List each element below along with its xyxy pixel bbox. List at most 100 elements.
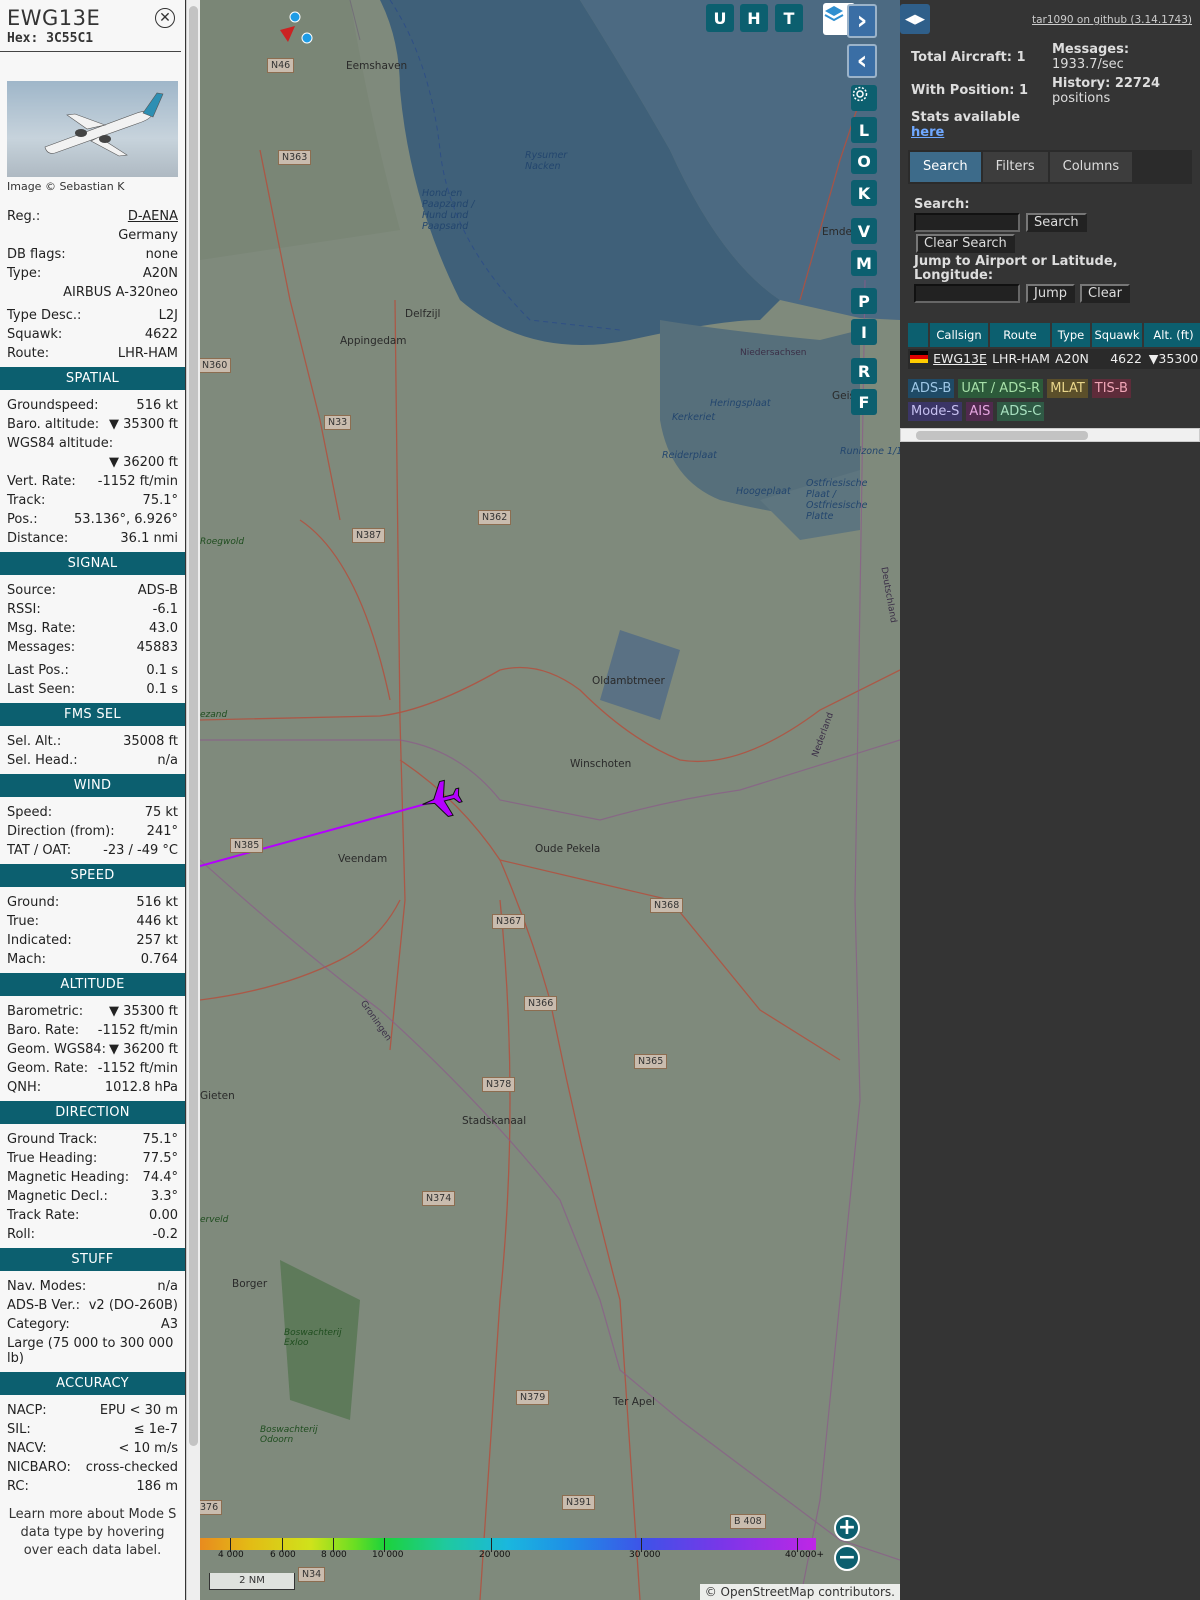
map-toggle-k-button[interactable]: K (851, 180, 877, 206)
source-badge[interactable]: MLAT (1047, 379, 1088, 398)
section-header-fms-sel[interactable]: FMS SEL (0, 703, 185, 726)
jump-input[interactable] (914, 284, 1020, 303)
row-callsign[interactable]: EWG13E (930, 349, 990, 369)
stats-available: Stats available here (911, 110, 1021, 140)
table-row[interactable]: EWG13E LHR-HAM A20N 4622 ▼35300 (908, 349, 1200, 369)
road-number-sign: N34 (298, 1567, 326, 1582)
col-route[interactable]: Route (990, 323, 1052, 347)
detail-row: WGS84 altitude: (7, 434, 178, 453)
stats-here-link[interactable]: here (911, 125, 944, 140)
chevron-right-icon[interactable]: › (847, 4, 877, 38)
detail-label: Ground Track: (7, 1132, 98, 1147)
detail-label: Large (75 000 to 300 000 lb) (7, 1336, 174, 1366)
map-toggle-l-button[interactable]: L (851, 117, 877, 143)
detail-row: Nav. Modes: n/a (7, 1277, 178, 1296)
tab-search[interactable]: Search (910, 152, 981, 182)
detail-value[interactable]: D-AENA (128, 207, 178, 226)
section-rows: Sel. Alt.: 35008 ft Sel. Head.: n/a (0, 732, 185, 770)
detail-row: Ground: 516 kt (7, 893, 178, 912)
map-toggle-r-button[interactable]: R (851, 358, 877, 384)
map-toggle-f-button[interactable]: F (851, 389, 877, 415)
flag-germany-icon (908, 349, 930, 369)
callsign-title: EWG13E (7, 6, 101, 30)
jump-button[interactable]: Jump (1026, 284, 1075, 303)
source-badge[interactable]: Mode-S (908, 402, 963, 421)
source-badge[interactable]: UAT / ADS-R (958, 379, 1044, 398)
detail-value: 516 kt (136, 398, 178, 413)
map-toggle-o-button[interactable]: O (851, 148, 877, 174)
map-toggle-m-button[interactable]: M (851, 250, 877, 276)
detail-value: 241° (146, 824, 178, 839)
map-view[interactable]: Eemshaven Delfzijl Appingedam Winschoten Oud… (200, 0, 900, 1600)
section-header-direction[interactable]: DIRECTION (0, 1101, 185, 1124)
road-number-sign: N379 (516, 1390, 550, 1405)
map-toggle-i-button[interactable]: I (851, 319, 877, 345)
detail-value: A20N (142, 266, 178, 281)
section-header-stuff[interactable]: STUFF (0, 1248, 185, 1271)
sidebar-scrollbar[interactable] (186, 0, 200, 1600)
map-attribution[interactable]: © OpenStreetMap contributors. (699, 1584, 900, 1600)
section-rows: Ground: 516 kt True: 446 kt Indicated: 257 kt… (0, 893, 185, 969)
detail-value: AIRBUS A-320neo (63, 285, 178, 300)
tab-filters[interactable]: Filters (982, 152, 1048, 182)
source-badge[interactable]: ADS-C (997, 402, 1045, 421)
detail-row: Vert. Rate: -1152 ft/min (7, 472, 178, 491)
detail-value: 43.0 (149, 621, 178, 636)
detail-label: Last Seen: (7, 682, 76, 697)
col-squawk[interactable]: Squawk (1092, 323, 1144, 347)
detail-row: Msg. Rate: 43.0 (7, 619, 178, 638)
detail-row: Germany (7, 226, 178, 245)
clear-search-button[interactable]: Clear Search (916, 234, 1015, 253)
detail-label: Baro. Rate: (7, 1023, 80, 1038)
road-number-sign: B 408 (730, 1514, 766, 1529)
map-place-label: Boswachterij Odoorn (260, 1425, 318, 1445)
detail-value: A3 (160, 1317, 178, 1332)
section-header-wind[interactable]: WIND (0, 774, 185, 797)
detail-value: Germany (118, 228, 178, 243)
messages-stat: Messages: 1933.7/sec (1052, 42, 1130, 72)
zoom-in-button[interactable]: + (834, 1515, 860, 1541)
section-header-altitude[interactable]: ALTITUDE (0, 973, 185, 996)
zoom-out-button[interactable]: − (834, 1545, 860, 1571)
road-number-sign: N391 (562, 1495, 596, 1510)
col-type[interactable]: Type (1052, 323, 1092, 347)
search-input[interactable] (914, 213, 1020, 232)
table-horizontal-scrollbar[interactable] (900, 428, 1200, 442)
row-type: A20N (1055, 351, 1089, 366)
source-badge[interactable]: TIS-B (1091, 379, 1131, 398)
tab-columns[interactable]: Columns (1049, 152, 1133, 182)
map-toggle-p-button[interactable]: P (851, 288, 877, 314)
section-header-spatial[interactable]: SPATIAL (0, 367, 185, 390)
toggle-u-button[interactable]: U (706, 4, 734, 32)
col-callsign[interactable]: Callsign (930, 323, 990, 347)
section-header-speed[interactable]: SPEED (0, 864, 185, 887)
detail-value: < 10 m/s (118, 1441, 178, 1456)
settings-gear-icon[interactable] (851, 85, 877, 111)
chevron-left-icon[interactable]: ‹ (847, 44, 877, 78)
toggle-h-button[interactable]: H (740, 4, 768, 32)
source-badge[interactable]: ADS-B (908, 379, 955, 398)
section-header-accuracy[interactable]: ACCURACY (0, 1372, 185, 1395)
learn-more-text: Learn more about Mode S data type by hov… (8, 1507, 177, 1558)
source-badge[interactable]: AIS (966, 402, 994, 421)
detail-row: Category: A3 (7, 1315, 178, 1334)
aircraft-photo[interactable] (7, 81, 178, 177)
expand-arrows-icon[interactable]: ◀▶ (900, 4, 930, 34)
detail-row: NACV: < 10 m/s (7, 1439, 178, 1458)
map-toggle-v-button[interactable]: V (851, 218, 877, 244)
col-altitude[interactable]: Alt. (ft) (1144, 323, 1200, 347)
github-link[interactable]: tar1090 on github (3.14.1743) (1032, 14, 1192, 26)
section-header-signal[interactable]: SIGNAL (0, 552, 185, 575)
road-number-sign: N46 (267, 58, 295, 73)
detail-value: ▼ 36200 ft (108, 1042, 178, 1057)
detail-value: -6.1 (152, 602, 178, 617)
row-squawk: 4622 (1110, 351, 1142, 366)
col-flag[interactable] (908, 323, 930, 347)
clear-jump-button[interactable]: Clear (1080, 284, 1130, 303)
toggle-t-button[interactable]: T (775, 4, 803, 32)
road-number-sign: N363 (278, 150, 312, 165)
detail-label: WGS84 altitude: (7, 436, 114, 451)
search-button[interactable]: Search (1026, 213, 1087, 232)
map-place-label: Emde (822, 226, 852, 238)
close-icon[interactable]: ✕ (155, 8, 175, 28)
